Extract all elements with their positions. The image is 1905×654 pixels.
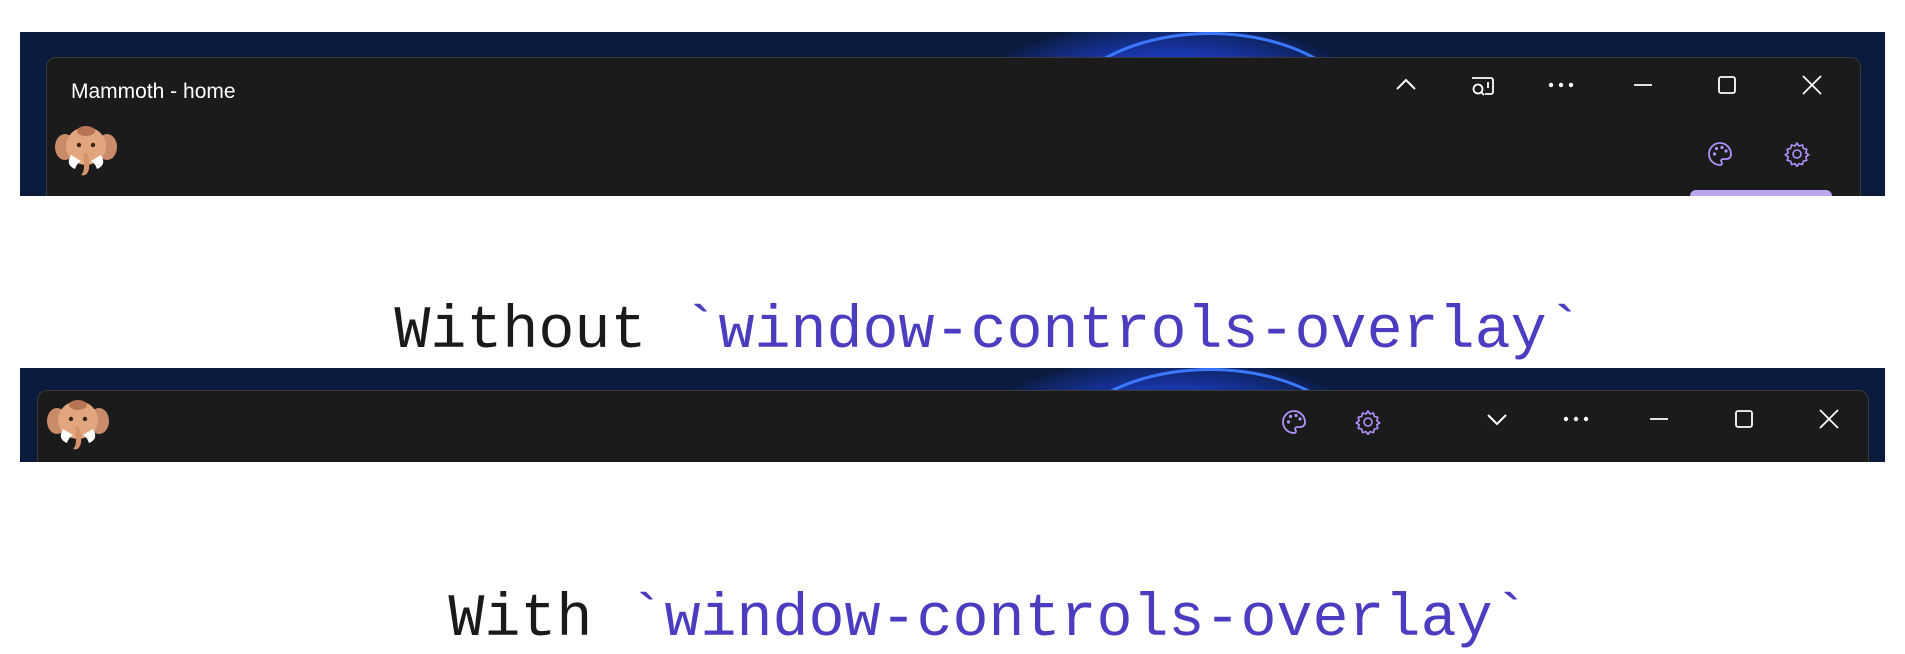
window-title: Mammoth - home [71, 80, 236, 103]
caption-with: With `window-controls-overlay` [0, 518, 1905, 654]
more-icon[interactable] [1541, 65, 1581, 105]
caption-with-code: `window-controls-overlay` [628, 586, 1529, 654]
close-icon[interactable] [1792, 65, 1832, 105]
gear-icon[interactable] [1777, 134, 1817, 174]
palette-icon[interactable] [1274, 402, 1314, 442]
screenshot-without-overlay: Mammoth - home [20, 32, 1885, 196]
app-window: Mammoth - home [46, 57, 1861, 196]
mammoth-logo[interactable] [55, 123, 117, 179]
close-icon[interactable] [1809, 399, 1849, 439]
gear-icon[interactable] [1348, 402, 1388, 442]
active-tab-indicator [1690, 190, 1832, 196]
maximize-icon[interactable] [1724, 399, 1764, 439]
screenshot-with-overlay [20, 368, 1885, 462]
app-window [37, 390, 1869, 462]
mammoth-logo[interactable] [47, 397, 109, 453]
maximize-icon[interactable] [1707, 65, 1747, 105]
caption-without-code: `window-controls-overlay` [682, 298, 1583, 366]
caption-without: Without `window-controls-overlay` [0, 230, 1905, 366]
chevron-up-icon[interactable] [1386, 65, 1426, 105]
minimize-icon[interactable] [1623, 65, 1663, 105]
more-icon[interactable] [1556, 399, 1596, 439]
caption-with-prefix: With [448, 586, 629, 654]
minimize-icon[interactable] [1639, 399, 1679, 439]
caption-without-prefix: Without [394, 298, 683, 366]
chevron-down-icon[interactable] [1477, 399, 1517, 439]
cast-icon[interactable] [1463, 65, 1503, 105]
palette-icon[interactable] [1700, 134, 1740, 174]
